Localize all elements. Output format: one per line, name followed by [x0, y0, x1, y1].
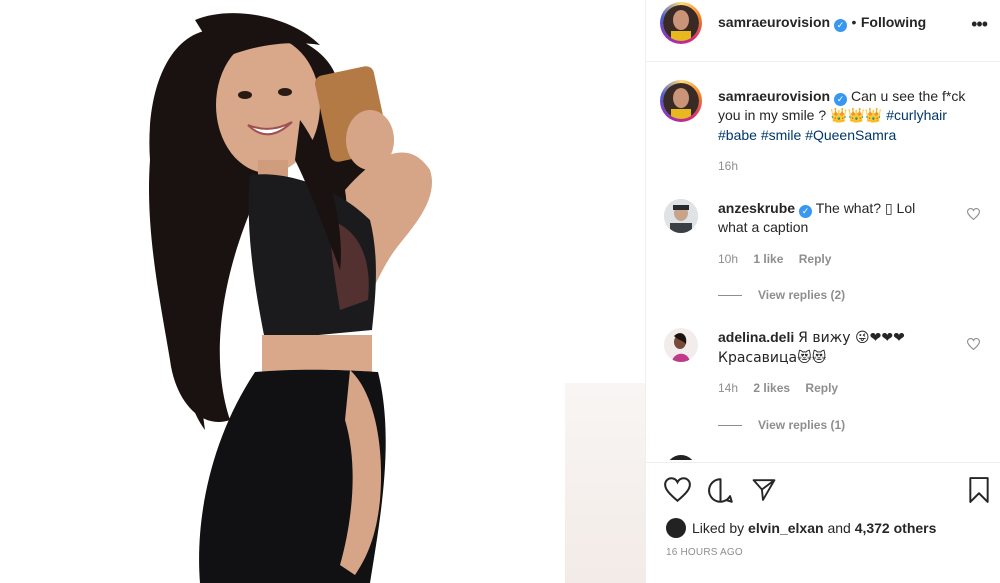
- caption-username[interactable]: samraeurovision: [718, 88, 830, 104]
- liker-username[interactable]: elvin_elxan: [748, 520, 824, 536]
- comment-time: 14h: [718, 381, 739, 395]
- comments-list: samraeurovision ✓ Can u see the f*ck you …: [646, 62, 1000, 460]
- comment-username[interactable]: adelina.deli: [718, 329, 794, 345]
- author-username[interactable]: samraeurovision: [718, 14, 830, 30]
- post-actions: Liked by elvin_elxan and 4,372 others 16…: [646, 462, 1000, 583]
- author-avatar-image: [663, 5, 699, 41]
- post-photo[interactable]: [0, 0, 645, 583]
- likes-and: and: [827, 520, 851, 536]
- comment-body-line1: Я вижу 😜❤❤❤: [798, 330, 905, 346]
- caption-avatar[interactable]: [660, 80, 702, 122]
- comment-text: anzeskrube ✓ The what? ▯ Lol what a capti…: [718, 199, 958, 237]
- following-button[interactable]: Following: [861, 14, 926, 30]
- caption-text: samraeurovision ✓ Can u see the f*ck you …: [718, 87, 988, 145]
- woman-selfie-illustration: [149, 13, 432, 583]
- verified-icon: ✓: [834, 19, 848, 32]
- caption-time: 16h: [718, 159, 739, 173]
- comment-body-line2: what a caption: [718, 219, 809, 235]
- post-header: samraeurovision ✓ • Following •••: [646, 0, 1000, 62]
- comment-avatar[interactable]: [666, 455, 696, 460]
- verified-icon: ✓: [834, 93, 848, 106]
- view-replies-label: View replies (1): [758, 418, 846, 432]
- post-timestamp[interactable]: 16 HOURS AGO: [666, 547, 743, 558]
- comment-text: adelina.deli Я вижу 😜❤❤❤ Красавица😻😻: [718, 328, 958, 368]
- comment-avatar[interactable]: [664, 328, 698, 362]
- verified-icon: ✓: [799, 205, 813, 218]
- view-replies-label: View replies (2): [758, 288, 846, 302]
- comment-meta: 14h 2 likes Reply: [718, 381, 838, 395]
- post-details-panel: samraeurovision ✓ • Following ••• samraeu…: [645, 0, 1000, 583]
- comment-like-heart-icon[interactable]: [967, 208, 980, 220]
- hashtag-link[interactable]: #QueenSamra: [805, 127, 896, 143]
- likes-count[interactable]: 4,372 others: [855, 520, 937, 536]
- comment-likes[interactable]: 2 likes: [753, 381, 790, 395]
- bookmark-icon[interactable]: [968, 477, 990, 503]
- comment-body-line1: The what? ▯ Lol: [815, 200, 916, 216]
- hashtag-link[interactable]: #babe: [718, 127, 757, 143]
- view-replies-button[interactable]: View replies (2): [718, 288, 845, 302]
- view-replies-button[interactable]: View replies (1): [718, 418, 845, 432]
- comment-meta: 10h 1 like Reply: [718, 252, 831, 266]
- caption-avatar-image: [663, 83, 699, 119]
- liked-by-prefix: Liked by: [692, 520, 745, 536]
- comment-avatar-image: [664, 328, 698, 362]
- comment-like-heart-icon[interactable]: [967, 338, 980, 350]
- reply-button[interactable]: Reply: [799, 252, 832, 266]
- share-icon[interactable]: [751, 477, 777, 502]
- liker-avatar[interactable]: [666, 518, 686, 538]
- more-icon[interactable]: •••: [971, 14, 988, 35]
- comment-username[interactable]: anzeskrube: [718, 200, 795, 216]
- likes-summary: Liked by elvin_elxan and 4,372 others: [666, 518, 936, 538]
- comment-likes[interactable]: 1 like: [753, 252, 783, 266]
- heart-icon[interactable]: [664, 477, 691, 502]
- reply-button[interactable]: Reply: [805, 381, 838, 395]
- comment-body-line2: Красавица😻😻: [718, 350, 827, 366]
- comment-time: 10h: [718, 252, 739, 266]
- hashtag-link[interactable]: #curlyhair: [886, 107, 947, 123]
- header-user-line: samraeurovision ✓ • Following: [718, 14, 926, 32]
- comment-avatar-image: [664, 199, 698, 233]
- author-avatar[interactable]: [660, 2, 702, 44]
- hashtag-link[interactable]: #smile: [761, 127, 801, 143]
- comment-avatar[interactable]: [664, 199, 698, 233]
- separator-dot: •: [851, 14, 857, 30]
- crown-emojis: 👑👑👑: [830, 108, 883, 124]
- comment-icon[interactable]: [707, 477, 734, 504]
